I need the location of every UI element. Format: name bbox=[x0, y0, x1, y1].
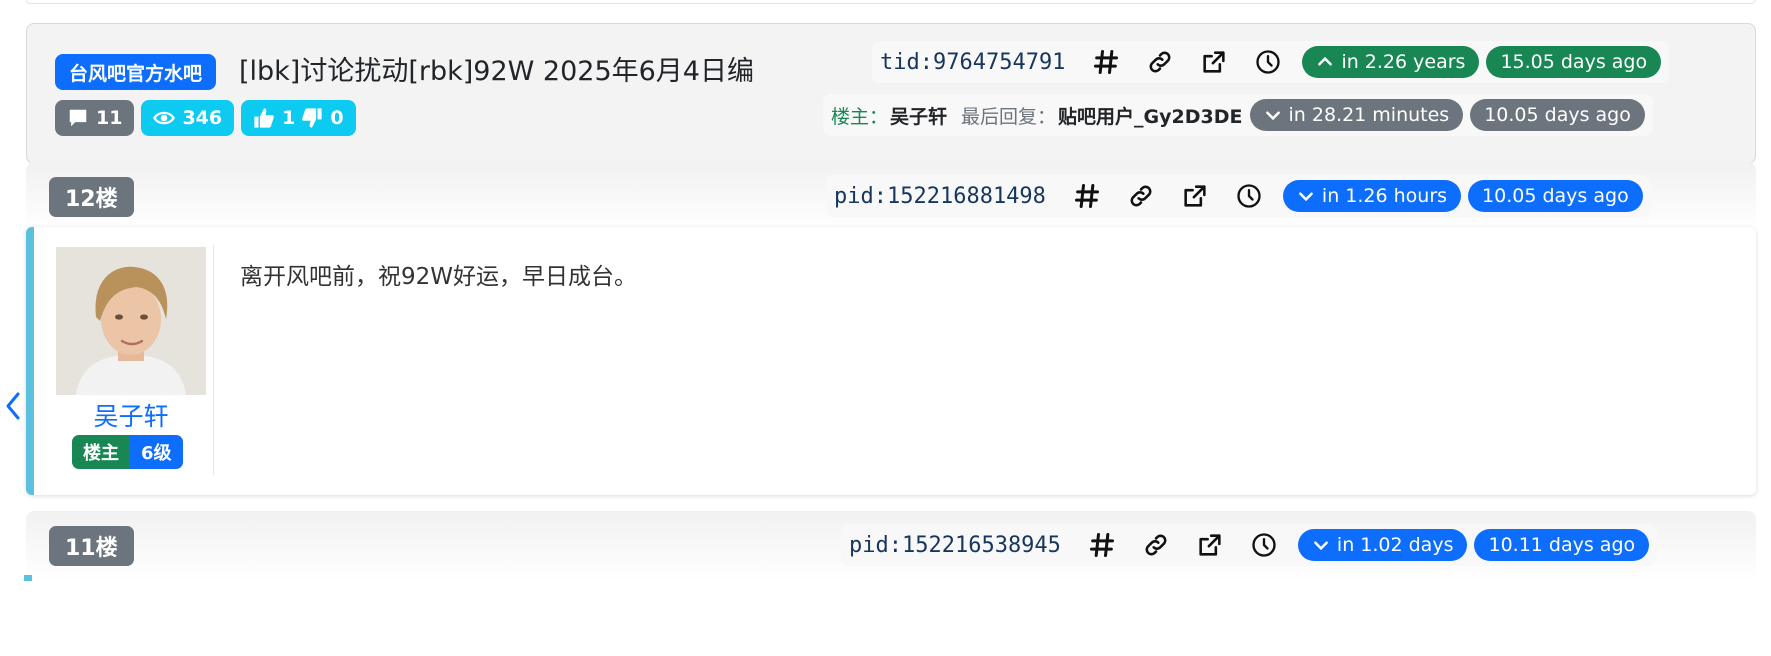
floor-number-badge: 12楼 bbox=[49, 177, 134, 217]
link-icon[interactable] bbox=[1126, 181, 1156, 211]
post-header-12: 12楼 pid:152216881498 in 1.26 hours 10.05… bbox=[26, 162, 1756, 232]
reply-count: 11 bbox=[96, 107, 123, 129]
thread-toolbar: tid:9764754791 in 2.26 years 15.05 days … bbox=[872, 41, 1670, 83]
thread-stats: 11 346 1 0 bbox=[55, 100, 356, 136]
post-relative-time-text: in 1.26 hours bbox=[1321, 185, 1448, 207]
chevron-left-icon[interactable] bbox=[3, 391, 23, 421]
previous-card-edge bbox=[26, 0, 1756, 4]
eye-icon bbox=[153, 111, 176, 125]
thumbs-down-icon bbox=[302, 108, 322, 128]
external-link-icon[interactable] bbox=[1199, 47, 1229, 77]
external-link-icon[interactable] bbox=[1180, 181, 1210, 211]
post-content: 离开风吧前，祝92W好运，早日成台。 bbox=[240, 264, 638, 290]
vote-badge: 1 0 bbox=[241, 100, 356, 136]
like-count: 1 bbox=[282, 107, 296, 129]
owner-label: 楼主： bbox=[831, 105, 889, 128]
thread-header-card: 台风吧官方水吧 [lbk]讨论扰动[rbk]92W 2025年6月4日编 tid… bbox=[26, 23, 1756, 164]
post-ago[interactable]: 10.05 days ago bbox=[1468, 180, 1643, 212]
post-relative-time[interactable]: in 1.26 hours bbox=[1282, 180, 1462, 212]
owner-name[interactable]: 吴子轩 bbox=[890, 102, 947, 129]
post-toolbar: pid:152216881498 in 1.26 hours 10.05 day… bbox=[826, 175, 1651, 217]
last-reply-label: 最后回复： bbox=[961, 105, 1057, 128]
post-toolbar: pid:152216538945 in 1.02 days 10.11 days… bbox=[841, 524, 1658, 566]
chevron-down-icon bbox=[1314, 541, 1328, 551]
hash-icon[interactable] bbox=[1091, 47, 1121, 77]
last-reply-relative[interactable]: in 28.21 minutes bbox=[1249, 99, 1464, 131]
thread-title[interactable]: [lbk]讨论扰动[rbk]92W 2025年6月4日编 bbox=[239, 53, 754, 91]
floor-number-badge: 11楼 bbox=[49, 526, 134, 566]
reply-count-badge: 11 bbox=[55, 100, 135, 136]
post-id: pid:152216538945 bbox=[849, 532, 1061, 558]
clock-icon[interactable] bbox=[1234, 181, 1264, 211]
post-body-12: 吴子轩 楼主 6级 离开风吧前，祝92W好运，早日成台。 bbox=[26, 227, 1756, 495]
view-count: 346 bbox=[182, 107, 223, 129]
post-body-11-edge bbox=[24, 575, 32, 581]
hash-icon[interactable] bbox=[1087, 530, 1117, 560]
view-count-badge: 346 bbox=[141, 100, 235, 136]
thread-meta-bar: 楼主： 吴子轩 最后回复： 贴吧用户_Gy2D3DE in 28.21 minu… bbox=[823, 94, 1653, 136]
author-name[interactable]: 吴子轩 bbox=[56, 397, 206, 433]
thread-created-relative-text: in 2.26 years bbox=[1341, 51, 1466, 73]
clock-icon[interactable] bbox=[1249, 530, 1279, 560]
thumbs-up-icon bbox=[254, 108, 274, 128]
level-tag: 6级 bbox=[130, 435, 183, 469]
post-header-11: 11楼 pid:152216538945 in 1.02 days 10.11 … bbox=[26, 511, 1756, 581]
dislike-count: 0 bbox=[330, 107, 344, 129]
link-icon[interactable] bbox=[1141, 530, 1171, 560]
post-relative-time-text: in 1.02 days bbox=[1336, 534, 1454, 556]
chevron-down-icon bbox=[1265, 111, 1280, 121]
last-reply-ago[interactable]: 10.05 days ago bbox=[1470, 99, 1645, 131]
thread-created-ago[interactable]: 15.05 days ago bbox=[1486, 46, 1662, 78]
hash-icon[interactable] bbox=[1072, 181, 1102, 211]
chevron-down-icon bbox=[1299, 192, 1313, 202]
post-relative-time[interactable]: in 1.02 days bbox=[1297, 529, 1468, 561]
comment-icon bbox=[69, 109, 87, 127]
post-id: pid:152216881498 bbox=[834, 183, 1046, 209]
thread-created-relative[interactable]: in 2.26 years bbox=[1302, 46, 1480, 78]
chevron-up-icon bbox=[1318, 56, 1333, 66]
post-ago[interactable]: 10.11 days ago bbox=[1474, 529, 1650, 561]
last-reply-relative-text: in 28.21 minutes bbox=[1288, 104, 1450, 126]
last-reply-name[interactable]: 贴吧用户_Gy2D3DE bbox=[1058, 102, 1242, 129]
owner-tag: 楼主 bbox=[72, 435, 130, 469]
clock-icon[interactable] bbox=[1253, 47, 1283, 77]
external-link-icon[interactable] bbox=[1195, 530, 1225, 560]
author-tags: 楼主 6级 bbox=[72, 435, 183, 469]
thread-id: tid:9764754791 bbox=[880, 49, 1066, 75]
link-icon[interactable] bbox=[1145, 47, 1175, 77]
author-panel: 吴子轩 楼主 6级 bbox=[56, 245, 214, 475]
forum-badge[interactable]: 台风吧官方水吧 bbox=[55, 54, 217, 90]
avatar[interactable] bbox=[56, 247, 206, 395]
